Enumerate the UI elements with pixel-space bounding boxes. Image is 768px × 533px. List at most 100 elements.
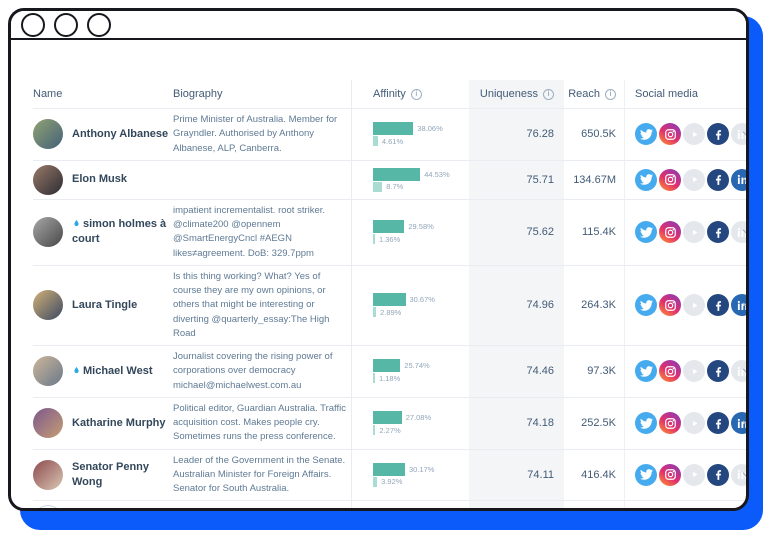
biography-cell: Leader of the Government in the Senate. … (173, 450, 351, 501)
instagram-icon[interactable] (659, 123, 681, 145)
youtube-icon (683, 360, 705, 382)
person-name[interactable]: Senator Penny Wong (72, 460, 173, 490)
uniqueness-value: 75.71 (526, 174, 554, 186)
affinity-bar (373, 411, 402, 424)
chevron-down-icon[interactable] (740, 127, 749, 141)
info-icon[interactable]: i (543, 89, 554, 100)
affinity-bar-line: 3.92% (373, 477, 434, 487)
instagram-icon[interactable] (659, 360, 681, 382)
affinity-bar-line: 30.67% (373, 293, 435, 306)
affinity-cell: 25.74%1.18% (351, 346, 469, 397)
twitter-icon[interactable] (635, 464, 657, 486)
instagram-icon[interactable] (659, 509, 681, 511)
person-name[interactable]: simon holmes à court (72, 217, 173, 247)
column-header-label: Uniqueness (480, 88, 538, 100)
column-header-biography[interactable]: Biography (173, 80, 351, 108)
window-button-icon[interactable] (54, 13, 78, 37)
expand-row-cell (738, 161, 749, 199)
column-header-uniqueness[interactable]: Uniqueness i (469, 80, 564, 108)
reach-value: 264.3K (581, 299, 616, 311)
column-header-label: Affinity (373, 88, 406, 100)
uniqueness-value: 74.96 (526, 299, 554, 311)
affinity-bar (373, 168, 420, 181)
facebook-icon[interactable] (707, 464, 729, 486)
table-row: Anthony AlbanesePrime Minister of Austra… (33, 108, 749, 160)
name-cell: Elon Musk (33, 161, 173, 199)
affinity-bars: 24.52%1.37% (373, 508, 428, 511)
twitter-icon[interactable] (635, 221, 657, 243)
column-header-affinity[interactable]: Affinity i (351, 80, 469, 108)
affinity-bar (373, 122, 413, 135)
youtube-icon (683, 221, 705, 243)
affinity-bars: 44.53%8.7% (373, 168, 450, 192)
avatar: S (33, 505, 63, 511)
facebook-icon[interactable] (707, 169, 729, 191)
chevron-down-icon[interactable] (740, 225, 749, 239)
facebook-icon[interactable] (707, 360, 729, 382)
person-name[interactable]: Anthony Albanese (72, 127, 168, 142)
affinity-bars: 38.06%4.61% (373, 122, 443, 146)
info-icon[interactable]: i (411, 89, 422, 100)
affinity-bars: 27.08%2.27% (373, 411, 431, 435)
name-cell: SSally McManus (33, 501, 173, 511)
main-content: NameBiographyAffinityiUniquenessiReachiS… (11, 40, 746, 511)
affinity-value: 2.27% (379, 426, 400, 435)
affinity-cell: 27.08%2.27% (351, 398, 469, 449)
column-header-social[interactable]: Social media (624, 80, 738, 108)
twitter-icon[interactable] (635, 169, 657, 191)
chevron-down-icon[interactable] (740, 468, 749, 482)
avatar (33, 119, 63, 149)
instagram-icon[interactable] (659, 412, 681, 434)
reach-cell: 115.4K (564, 200, 624, 265)
youtube-icon (683, 412, 705, 434)
affinity-bar-line: 4.61% (373, 136, 443, 146)
affinity-bar (373, 373, 375, 383)
affinity-bars: 29.58%1.36% (373, 220, 434, 244)
instagram-icon[interactable] (659, 294, 681, 316)
person-name[interactable]: Katharine Murphy (72, 416, 166, 431)
reach-cell: 264.3K (564, 266, 624, 345)
person-name[interactable]: Laura Tingle (72, 298, 137, 313)
table-row: Katharine MurphyPolitical editor, Guardi… (33, 397, 749, 449)
column-header-name[interactable]: Name (33, 80, 173, 108)
twitter-icon[interactable] (635, 360, 657, 382)
person-name[interactable]: Elon Musk (72, 172, 127, 187)
reach-value: 416.4K (581, 469, 616, 481)
affinity-value: 1.36% (379, 235, 400, 244)
instagram-icon[interactable] (659, 464, 681, 486)
twitter-icon[interactable] (635, 123, 657, 145)
window-button-icon[interactable] (87, 13, 111, 37)
twitter-icon[interactable] (635, 412, 657, 434)
chevron-down-icon[interactable] (740, 298, 749, 312)
browser-window: NameBiographyAffinityiUniquenessiReachiS… (8, 8, 749, 511)
info-icon[interactable]: i (605, 89, 616, 100)
table-header-row: NameBiographyAffinityiUniquenessiReachiS… (33, 80, 749, 108)
chevron-down-icon[interactable] (740, 416, 749, 430)
affinity-bar-line: 44.53% (373, 168, 450, 181)
youtube-icon (683, 294, 705, 316)
twitter-icon[interactable] (635, 509, 657, 511)
affinity-bar (373, 182, 382, 192)
facebook-icon[interactable] (707, 123, 729, 145)
facebook-icon[interactable] (707, 509, 729, 511)
instagram-icon[interactable] (659, 221, 681, 243)
affinity-bar (373, 425, 375, 435)
affinity-bar (373, 463, 405, 476)
facebook-icon[interactable] (707, 412, 729, 434)
table-row: Senator Penny WongLeader of the Governme… (33, 449, 749, 501)
twitter-icon[interactable] (635, 294, 657, 316)
instagram-icon[interactable] (659, 169, 681, 191)
facebook-icon[interactable] (707, 221, 729, 243)
influencer-table: NameBiographyAffinityiUniquenessiReachiS… (33, 80, 749, 511)
affinity-value: 30.17% (409, 465, 434, 474)
column-header-reach[interactable]: Reachi (564, 80, 624, 108)
facebook-icon[interactable] (707, 294, 729, 316)
window-button-icon[interactable] (21, 13, 45, 37)
person-name[interactable]: Michael West (72, 364, 153, 379)
affinity-bar-line: 25.74% (373, 359, 430, 372)
affinity-bar-line: 38.06% (373, 122, 443, 135)
chevron-down-icon[interactable] (740, 173, 749, 187)
uniqueness-cell: 74.11 (469, 450, 564, 501)
chevron-down-icon[interactable] (740, 364, 749, 378)
affinity-bar (373, 293, 406, 306)
